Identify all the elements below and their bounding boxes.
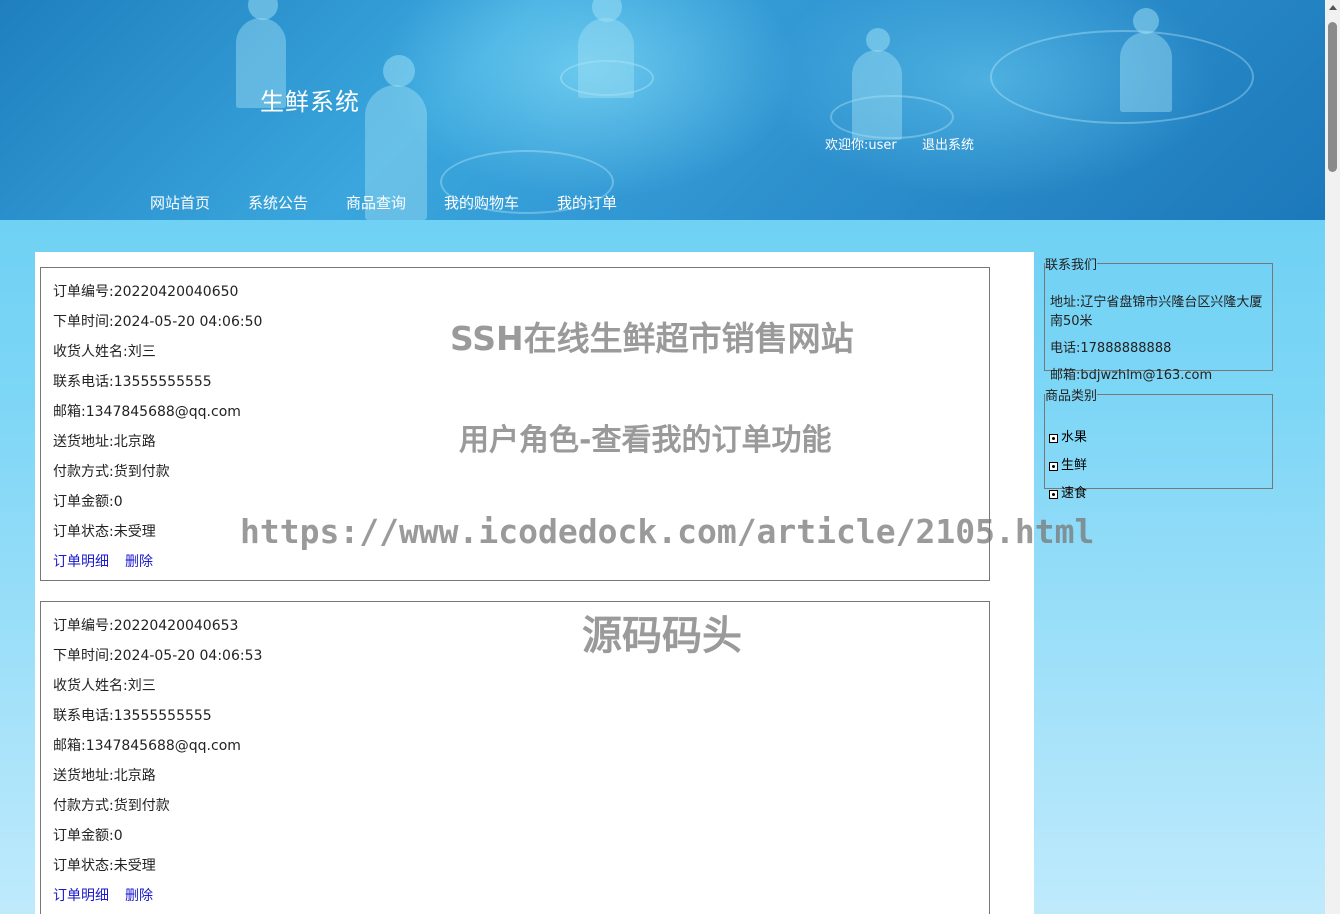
site-title: 生鲜系统 xyxy=(260,88,360,116)
receiver-name: 收货人姓名:刘三 xyxy=(53,678,156,694)
banner-figure-head xyxy=(866,28,890,52)
order-status: 订单状态:未受理 xyxy=(53,858,156,874)
username: user xyxy=(868,138,897,153)
payment-method: 付款方式:货到付款 xyxy=(53,464,170,480)
order-detail-link[interactable]: 订单明细 xyxy=(53,554,109,570)
category-panel: 商品类别 水果 生鲜 速食 xyxy=(1044,385,1273,501)
banner-figure-head xyxy=(248,0,278,20)
contact-panel: 联系我们 地址:辽宁省盘锦市兴隆台区兴隆大厦南50米 电话:1788888888… xyxy=(1044,254,1273,383)
scroll-up-icon[interactable] xyxy=(1329,5,1337,10)
delivery-address: 送货地址:北京路 xyxy=(53,768,156,784)
bullet-icon xyxy=(1049,490,1058,499)
nav-home[interactable]: 网站首页 xyxy=(150,192,210,213)
order-time: 下单时间:2024-05-20 04:06:53 xyxy=(53,648,263,664)
order-detail-link[interactable]: 订单明细 xyxy=(53,888,109,904)
order-amount: 订单金额:0 xyxy=(53,494,123,510)
watermark-brand: 源码码头 xyxy=(582,613,742,659)
logout-link[interactable]: 退出系统 xyxy=(922,134,974,153)
email: 邮箱:1347845688@qq.com xyxy=(53,738,241,754)
contact-phone: 电话:17888888888 xyxy=(1050,341,1172,356)
contact-email: 邮箱:bdjwzhlm@163.com xyxy=(1050,368,1213,383)
order-status: 订单状态:未受理 xyxy=(53,524,156,540)
banner-figure-head xyxy=(383,55,415,87)
order-delete-link[interactable]: 删除 xyxy=(125,888,153,904)
banner-figure xyxy=(1120,32,1172,112)
payment-method: 付款方式:货到付款 xyxy=(53,798,170,814)
scrollbar-thumb[interactable] xyxy=(1328,22,1337,172)
category-label: 速食 xyxy=(1061,486,1088,501)
nav-my-orders[interactable]: 我的订单 xyxy=(557,192,617,213)
order-amount: 订单金额:0 xyxy=(53,828,123,844)
category-item[interactable]: 速食 xyxy=(1049,482,1087,501)
bullet-icon xyxy=(1049,462,1058,471)
contact-phone: 联系电话:13555555555 xyxy=(53,374,212,390)
order-card: 订单编号:20220420040653 下单时间:2024-05-20 04:0… xyxy=(40,601,990,914)
category-item[interactable]: 水果 xyxy=(1049,426,1087,445)
welcome-text: 欢迎你:user xyxy=(825,134,897,153)
nav-notice[interactable]: 系统公告 xyxy=(248,192,308,213)
order-actions: 订单明细 删除 xyxy=(53,885,169,905)
nav-product-search[interactable]: 商品查询 xyxy=(346,192,406,213)
category-legend: 商品类别 xyxy=(1045,389,1098,404)
order-number: 订单编号:20220420040653 xyxy=(53,618,239,634)
watermark-url: https://www.icodedock.com/article/2105.h… xyxy=(240,512,1095,551)
welcome-prefix: 欢迎你: xyxy=(825,138,869,153)
receiver-name: 收货人姓名:刘三 xyxy=(53,344,156,360)
order-time: 下单时间:2024-05-20 04:06:50 xyxy=(53,314,263,330)
order-number: 订单编号:20220420040650 xyxy=(53,284,239,300)
category-label: 生鲜 xyxy=(1061,458,1088,473)
contact-legend: 联系我们 xyxy=(1045,258,1098,273)
banner-figure-head xyxy=(1133,8,1159,34)
contact-phone: 联系电话:13555555555 xyxy=(53,708,212,724)
category-item[interactable]: 生鲜 xyxy=(1049,454,1087,473)
order-actions: 订单明细 删除 xyxy=(53,551,169,571)
watermark-title: SSH在线生鲜超市销售网站 xyxy=(450,319,854,358)
order-delete-link[interactable]: 删除 xyxy=(125,554,153,570)
contact-address: 地址:辽宁省盘锦市兴隆台区兴隆大厦南50米 xyxy=(1050,295,1263,329)
watermark-subtitle: 用户角色-查看我的订单功能 xyxy=(459,423,832,458)
header-banner: 生鲜系统 欢迎你:user 退出系统 网站首页 系统公告 商品查询 我的购物车 … xyxy=(0,0,1325,220)
page-scrollbar[interactable] xyxy=(1325,0,1340,914)
nav-cart[interactable]: 我的购物车 xyxy=(444,192,519,213)
email: 邮箱:1347845688@qq.com xyxy=(53,404,241,420)
category-label: 水果 xyxy=(1061,430,1088,445)
delivery-address: 送货地址:北京路 xyxy=(53,434,156,450)
banner-figure xyxy=(852,50,902,140)
banner-figure xyxy=(578,18,634,98)
bullet-icon xyxy=(1049,434,1058,443)
